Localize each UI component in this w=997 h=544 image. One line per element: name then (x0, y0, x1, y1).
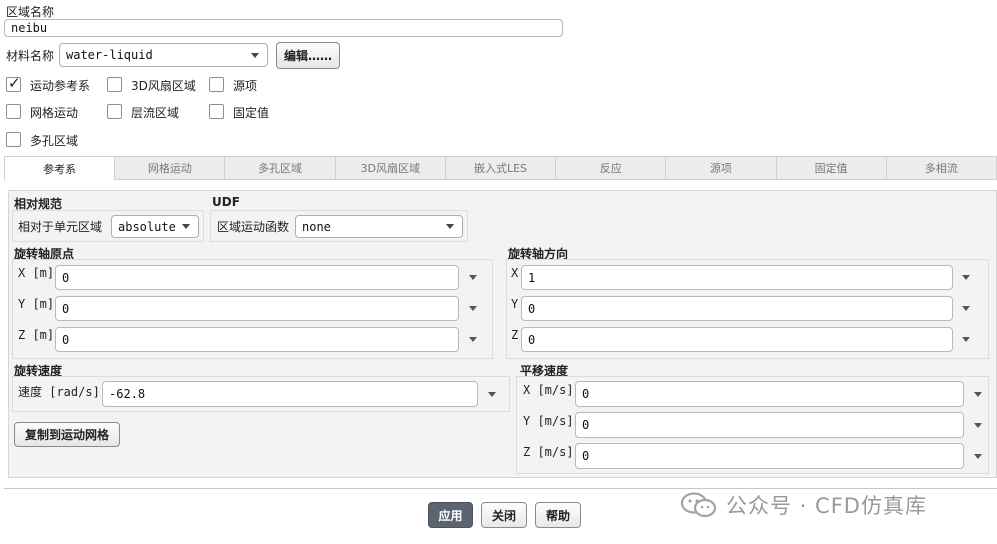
translation-z-input[interactable]: 0 (575, 443, 964, 469)
tab-7[interactable]: 固定值 (776, 156, 887, 180)
option-laminar-zone-checkbox[interactable] (107, 104, 122, 119)
direction-x-label: X (511, 266, 519, 280)
tab-bar: 参考系 网格运动 多孔区域 3D风扇区域 嵌入式LES 反应 源项 固定值 多相流 (4, 156, 997, 181)
checkmark-icon: ✓ (8, 74, 21, 92)
apply-button[interactable]: 应用 (428, 502, 473, 528)
direction-y-dropdown-icon[interactable] (962, 306, 970, 311)
option-porous-zone-checkbox[interactable] (6, 132, 21, 147)
material-select-value: water-liquid (66, 48, 153, 62)
relative-to-value: absolute (118, 219, 176, 234)
watermark-text: 公众号 · CFD仿真库 (726, 494, 927, 518)
option-mesh-motion-checkbox[interactable] (6, 104, 21, 119)
translation-z-label: Z [m/s] (523, 445, 574, 459)
option-source-terms-checkbox[interactable] (209, 77, 224, 92)
origin-x-dropdown-icon[interactable] (469, 275, 477, 280)
help-button[interactable]: 帮助 (535, 502, 581, 528)
direction-y-input[interactable]: 0 (521, 296, 953, 321)
edit-material-button[interactable]: 编辑…… (276, 42, 340, 69)
tab-4[interactable]: 嵌入式LES (445, 156, 557, 180)
zone-name-input[interactable]: neibu (4, 19, 563, 37)
tab-8[interactable]: 多相流 (886, 156, 997, 180)
chevron-down-icon (182, 224, 190, 229)
relative-to-select[interactable]: absolute (111, 215, 199, 238)
rotation-speed-dropdown-icon[interactable] (488, 392, 496, 397)
rotation-speed-input[interactable]: -62.8 (102, 381, 478, 407)
copy-to-mesh-motion-button[interactable]: 复制到运动网格 (14, 422, 120, 447)
direction-z-label: Z (511, 328, 519, 342)
origin-y-dropdown-icon[interactable] (469, 306, 477, 311)
material-name-label: 材料名称 (6, 49, 55, 63)
wechat-icon (680, 492, 717, 518)
option-laminar-zone-label: 层流区域 (131, 106, 180, 120)
tab-3[interactable]: 3D风扇区域 (335, 156, 446, 180)
direction-y-label: Y (511, 297, 519, 311)
material-select[interactable]: water-liquid (59, 43, 268, 67)
watermark: 公众号 · CFD仿真库 (680, 490, 927, 520)
origin-x-label: X [m] (18, 266, 55, 280)
option-moving-reference-frame-checkbox[interactable]: ✓ (6, 74, 21, 92)
origin-z-input[interactable]: 0 (55, 327, 459, 352)
translation-x-dropdown-icon[interactable] (974, 392, 982, 397)
relative-to-label: 相对于单元区域 (18, 220, 103, 234)
tab-1[interactable]: 网格运动 (115, 156, 226, 180)
origin-z-dropdown-icon[interactable] (469, 337, 477, 342)
translation-y-input[interactable]: 0 (575, 412, 964, 438)
origin-y-input[interactable]: 0 (55, 296, 459, 321)
option-fixed-values-label: 固定值 (233, 106, 270, 120)
translation-y-dropdown-icon[interactable] (974, 423, 982, 428)
option-mesh-motion-label: 网格运动 (30, 106, 79, 120)
option-source-terms-label: 源项 (233, 79, 258, 93)
option-3d-fan-zone-label: 3D风扇区域 (131, 79, 196, 93)
translation-x-input[interactable]: 0 (575, 381, 964, 407)
zone-motion-function-label: 区域运动函数 (217, 220, 290, 234)
chevron-down-icon (446, 224, 454, 229)
origin-x-input[interactable]: 0 (55, 265, 459, 290)
chevron-down-icon (251, 52, 259, 58)
tab-6[interactable]: 源项 (666, 156, 777, 180)
close-button[interactable]: 关闭 (481, 502, 527, 528)
option-fixed-values-checkbox[interactable] (209, 104, 224, 119)
translation-y-label: Y [m/s] (523, 414, 574, 428)
bottom-divider (4, 488, 997, 489)
origin-y-label: Y [m] (18, 297, 55, 311)
translation-z-dropdown-icon[interactable] (974, 454, 982, 459)
direction-z-input[interactable]: 0 (521, 327, 953, 352)
option-porous-zone-label: 多孔区域 (30, 134, 79, 148)
tab-0[interactable]: 参考系 (4, 156, 116, 181)
tab-2[interactable]: 多孔区域 (225, 156, 336, 180)
direction-z-dropdown-icon[interactable] (962, 337, 970, 342)
origin-z-label: Z [m] (18, 328, 55, 342)
zone-name-label: 区域名称 (6, 5, 55, 19)
direction-x-dropdown-icon[interactable] (962, 275, 970, 280)
zone-motion-function-value: none (302, 219, 331, 234)
zone-motion-function-select[interactable]: none (295, 215, 463, 238)
direction-x-input[interactable]: 1 (521, 265, 953, 290)
option-3d-fan-zone-checkbox[interactable] (107, 77, 122, 92)
tab-5[interactable]: 反应 (556, 156, 667, 180)
translation-x-label: X [m/s] (523, 383, 574, 397)
option-moving-reference-frame-label: 运动参考系 (30, 79, 91, 93)
udf-title: UDF (212, 195, 240, 209)
rotation-speed-label: 速度 [rad/s] (18, 385, 100, 399)
